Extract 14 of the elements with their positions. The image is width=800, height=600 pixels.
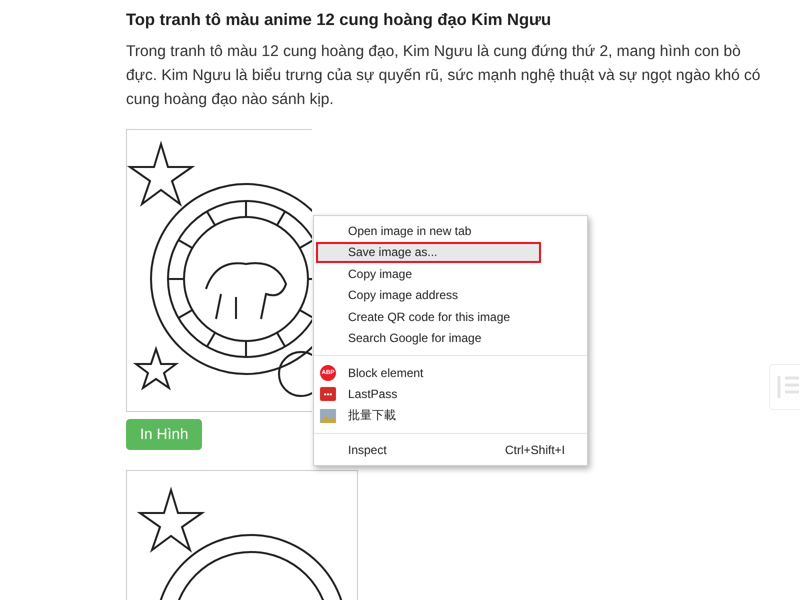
lastpass-icon: ••• (320, 387, 336, 402)
article-heading: Top tranh tô màu anime 12 cung hoàng đạo Kim Ngưu (126, 11, 552, 30)
menu-item[interactable]: Copy image (314, 263, 587, 284)
menu-item[interactable]: Save image as... (316, 242, 541, 263)
menu-item[interactable]: Copy image address (314, 284, 587, 306)
menu-item[interactable]: Open image in new tab (314, 220, 587, 242)
menu-item[interactable]: Search Google for image (314, 328, 587, 349)
article-paragraph: Trong tranh tô màu 12 cung hoàng đạo, Kim Ngưu là cung đứng thứ 2, mang hình con bò đực. Kim Ngưu là biểu trưng của sự quyến rũ, sức mạnh nghệ thuật và sự ngọt ngào khó có cung hoàng đạo nào sánh kịp. (126, 42, 762, 110)
menu-item[interactable]: Inspect Ctrl+Shift+I (314, 440, 587, 461)
menu-item[interactable]: Create QR code for this image (314, 306, 587, 328)
picture-icon (320, 408, 336, 423)
menu-item[interactable]: ••• LastPass (314, 384, 587, 405)
list-icon[interactable] (769, 364, 800, 410)
menu-item[interactable]: 批量下載 (314, 405, 587, 426)
